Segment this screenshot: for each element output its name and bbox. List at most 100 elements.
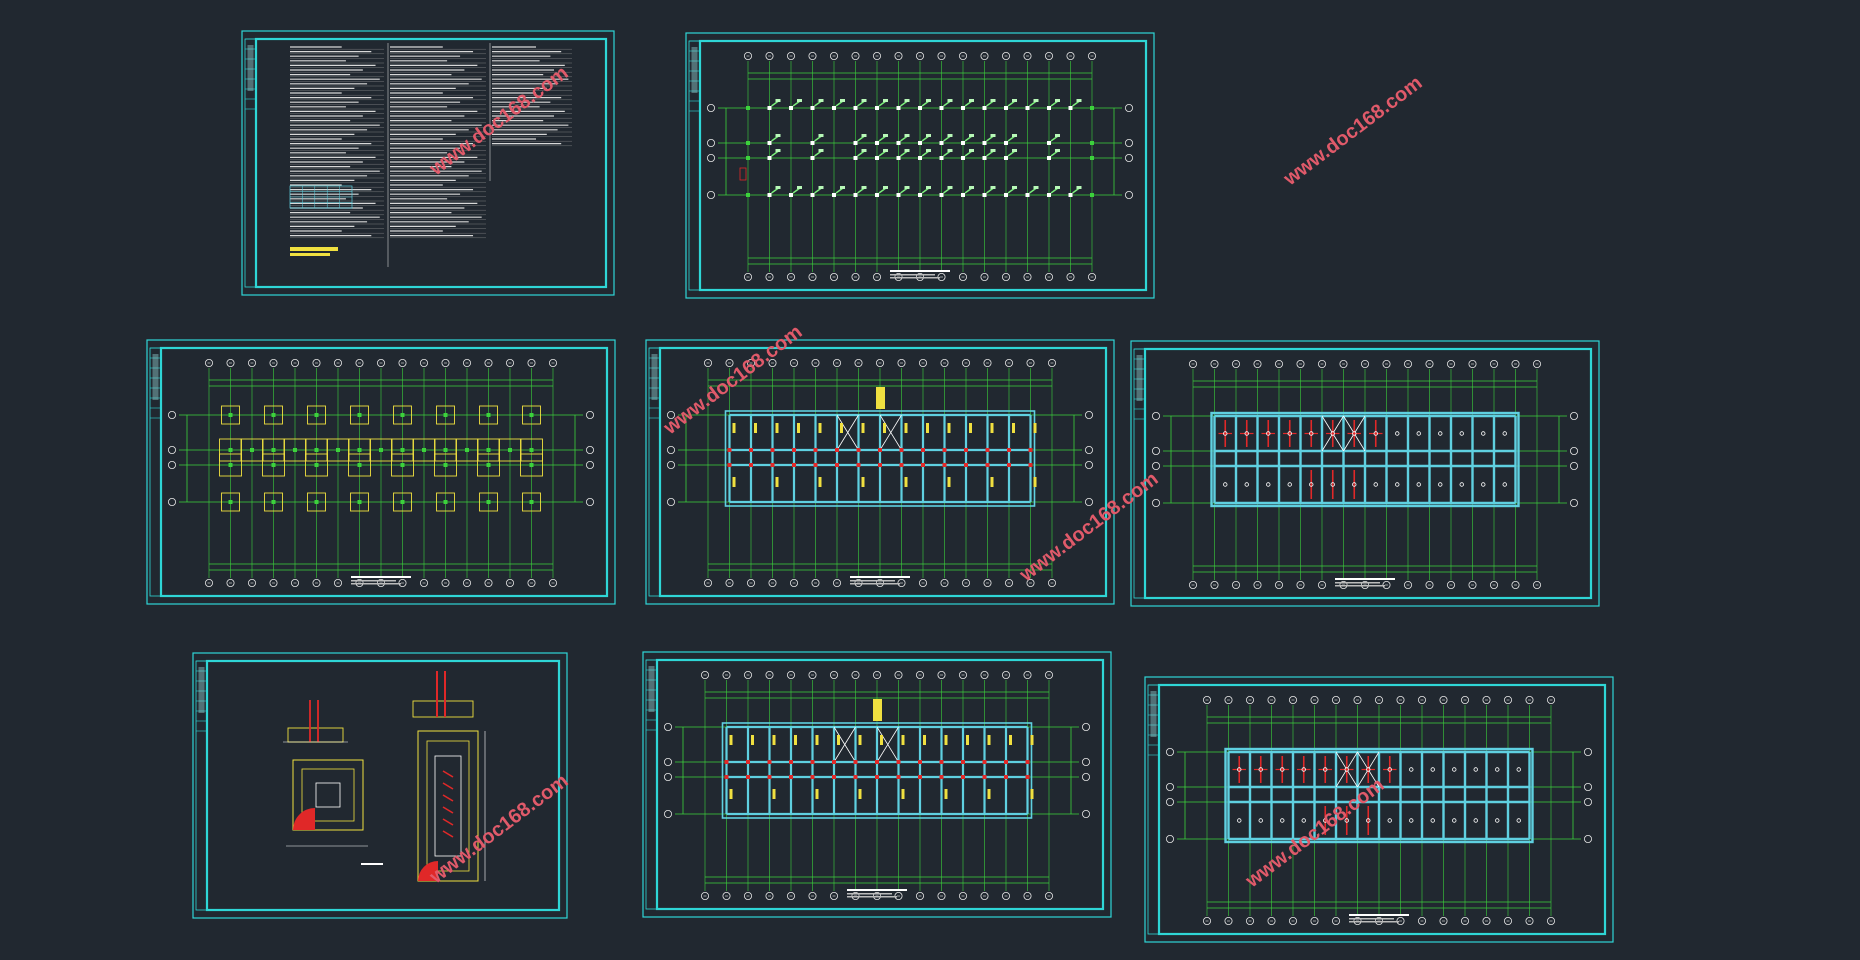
beam-annotation xyxy=(858,789,862,799)
column-mark xyxy=(443,448,448,452)
beam-annotation xyxy=(732,423,736,433)
column-label xyxy=(990,149,996,152)
column-mark xyxy=(961,193,965,197)
column-mark xyxy=(746,156,750,160)
beam-annotation xyxy=(729,789,733,799)
column-mark xyxy=(853,106,858,110)
beam-annotation xyxy=(990,477,994,487)
column-mark xyxy=(422,448,426,452)
column-mark xyxy=(400,413,405,417)
column-label xyxy=(969,186,974,189)
column-mark xyxy=(1090,106,1094,110)
beam-annotation xyxy=(754,423,757,433)
drawing-caption xyxy=(1349,921,1399,923)
beam-annotation xyxy=(751,735,754,745)
column-mark xyxy=(832,193,836,197)
beam-annotation xyxy=(815,735,819,745)
column-mark xyxy=(982,106,987,110)
column-mark xyxy=(792,448,796,452)
column-mark xyxy=(767,106,772,110)
column-label xyxy=(883,149,888,152)
column-mark xyxy=(1028,463,1033,467)
column-mark xyxy=(1090,156,1094,160)
column-label xyxy=(947,149,953,152)
beam-annotation xyxy=(794,735,797,745)
beam-annotation xyxy=(858,735,862,745)
column-mark xyxy=(896,156,901,160)
column-label xyxy=(861,134,867,137)
column-mark xyxy=(1025,760,1030,764)
column-label xyxy=(1055,99,1060,102)
beam-annotation xyxy=(883,423,886,433)
column-mark xyxy=(918,156,922,160)
column-label xyxy=(947,186,953,189)
drawing-caption xyxy=(1349,914,1409,916)
column-mark xyxy=(810,106,815,110)
column-label xyxy=(926,134,931,137)
column-label xyxy=(818,186,824,189)
model-space-background xyxy=(0,0,1860,960)
column-mark xyxy=(749,448,753,452)
column-mark xyxy=(789,193,793,197)
column-mark xyxy=(985,463,990,467)
column-mark xyxy=(875,106,879,110)
column-mark xyxy=(486,500,491,504)
column-mark xyxy=(792,463,796,467)
beam-annotation xyxy=(987,735,991,745)
column-mark xyxy=(443,413,448,417)
column-mark xyxy=(789,106,793,110)
column-label xyxy=(1055,186,1060,189)
column-mark xyxy=(1025,106,1030,110)
drawing-caption xyxy=(1335,585,1385,587)
column-mark xyxy=(379,448,383,452)
beam-annotation xyxy=(944,789,948,799)
column-mark xyxy=(899,448,904,452)
column-mark xyxy=(724,775,729,779)
beam-annotation xyxy=(969,423,972,433)
column-mark xyxy=(271,500,276,504)
column-mark xyxy=(336,448,340,452)
beam-annotation xyxy=(923,735,926,745)
column-label xyxy=(818,134,824,137)
column-mark xyxy=(835,448,839,452)
beam-annotation xyxy=(797,423,800,433)
drawing-caption xyxy=(847,896,897,898)
column-mark xyxy=(400,463,405,467)
column-label xyxy=(1076,186,1082,189)
column-mark xyxy=(314,463,319,467)
column-label xyxy=(969,149,974,152)
column-mark xyxy=(746,141,750,145)
beam-annotation xyxy=(1009,735,1012,745)
column-mark xyxy=(875,775,879,779)
cad-drawing-canvas[interactable]: www.doc168.com www.doc168.com www.doc168… xyxy=(0,0,1860,960)
column-mark xyxy=(896,775,901,779)
column-mark xyxy=(746,775,750,779)
column-mark xyxy=(314,500,319,504)
column-mark xyxy=(529,413,534,417)
column-mark xyxy=(357,448,362,452)
column-mark xyxy=(813,463,818,467)
beam-annotation xyxy=(840,423,843,433)
column-mark xyxy=(853,760,858,764)
beam-annotation xyxy=(772,789,776,799)
column-mark xyxy=(853,775,858,779)
column-mark xyxy=(961,141,965,145)
column-mark xyxy=(982,141,987,145)
column-mark xyxy=(832,106,836,110)
drawing-caption xyxy=(351,576,411,578)
column-label xyxy=(1012,149,1017,152)
column-mark xyxy=(853,193,858,197)
beam-annotation xyxy=(1030,789,1034,799)
column-label xyxy=(904,149,910,152)
column-label xyxy=(1055,149,1060,152)
column-label xyxy=(818,149,824,152)
column-label xyxy=(904,99,910,102)
column-mark xyxy=(1004,760,1008,764)
column-mark xyxy=(789,775,793,779)
drawing-caption xyxy=(890,270,950,272)
beam-annotation xyxy=(1033,423,1037,433)
column-mark xyxy=(1090,141,1094,145)
drawing-caption xyxy=(890,274,935,276)
column-label xyxy=(883,186,888,189)
column-mark xyxy=(486,448,491,452)
